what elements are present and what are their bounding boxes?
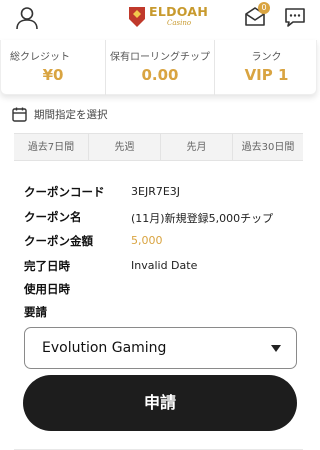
apply-button[interactable]: 申請 — [23, 375, 297, 431]
mail-badge: 0 — [258, 2, 270, 14]
stat-value: ¥0 — [42, 66, 64, 84]
user-icon[interactable] — [14, 5, 40, 31]
tab-last-30-days[interactable]: 過去30日間 — [232, 134, 303, 161]
detail-value: 3EJR7E3J — [131, 185, 181, 198]
period-label[interactable]: 期間指定を選択 — [34, 107, 108, 122]
eldoah-logo[interactable]: ELDOAH Casino — [127, 3, 208, 31]
detail-value: 5,000 — [131, 234, 163, 247]
tab-last-7-days[interactable]: 過去7日間 — [14, 134, 88, 161]
chat-icon[interactable] — [284, 6, 306, 28]
stat-label: 保有ローリングチップ — [110, 52, 210, 63]
tab-last-month[interactable]: 先月 — [160, 134, 232, 161]
stat-label: 総クレジット — [10, 52, 70, 63]
detail-label: クーポンコード — [24, 185, 105, 199]
period-tabs: 過去7日間 先週 先月 過去30日間 — [14, 133, 303, 161]
calendar-icon — [12, 107, 27, 122]
stat-label: ランク — [251, 52, 282, 63]
detail-label: 使用日時 — [24, 282, 70, 296]
stat-value: 0.00 — [141, 66, 179, 84]
tab-last-week[interactable]: 先週 — [88, 134, 160, 161]
stat-value: VIP 1 — [244, 66, 289, 84]
logo-subtext: Casino — [167, 19, 192, 27]
app-header: ELDOAH Casino 0 — [0, 0, 317, 40]
stat-rank: ランク VIP 1 — [215, 40, 318, 95]
detail-value: Invalid Date — [131, 259, 198, 272]
detail-value: (11月)新規登録5,000チップ — [131, 212, 274, 225]
stat-rolling-chip: 保有ローリングチップ 0.00 — [105, 40, 215, 95]
detail-label: クーポン金額 — [24, 234, 93, 248]
logo-text: ELDOAH — [149, 4, 209, 19]
detail-label: 完了日時 — [24, 259, 70, 273]
crest-icon — [129, 7, 145, 27]
provider-select[interactable]: Evolution Gaming — [24, 327, 297, 369]
dropdown-arrow-icon — [271, 345, 281, 352]
stat-total-credit: 総クレジット ¥0 — [1, 40, 105, 95]
provider-select-value: Evolution Gaming — [42, 340, 167, 356]
detail-label: 要請 — [24, 305, 47, 319]
detail-label: クーポン名 — [24, 210, 82, 224]
account-stats-card: 総クレジット ¥0 保有ローリングチップ 0.00 ランク VIP 1 — [0, 40, 317, 95]
